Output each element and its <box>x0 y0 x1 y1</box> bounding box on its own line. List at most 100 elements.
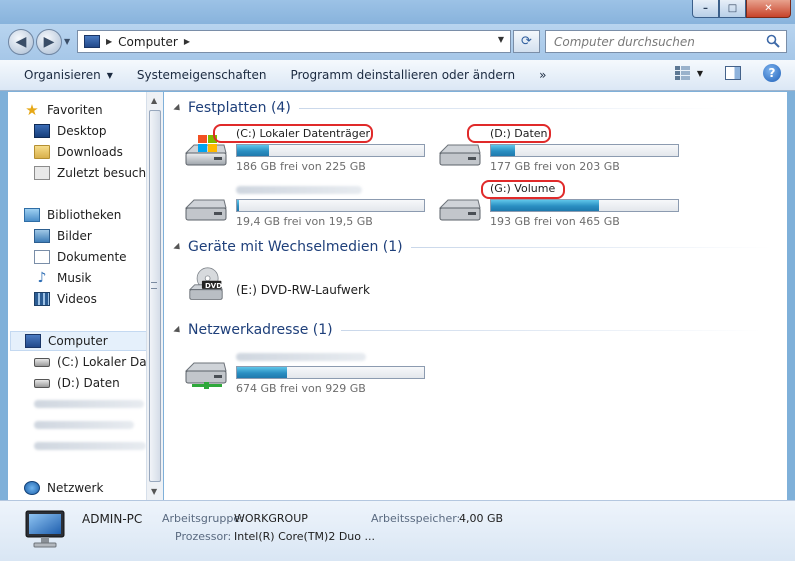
group-header-network[interactable]: Netzwerkadresse (1) <box>173 322 774 338</box>
sidebar-item-recent[interactable]: Zuletzt besucht <box>34 163 151 183</box>
forward-button[interactable]: ▶ <box>36 29 62 55</box>
windows-drive-icon <box>34 357 50 367</box>
organize-menu[interactable]: Organisieren ▼ <box>0 60 125 90</box>
drive-free-space: 186 GB frei von 225 GB <box>236 160 366 173</box>
system-properties-button[interactable]: Systemeigenschaften <box>125 60 279 90</box>
breadcrumb-chevron-icon[interactable]: ▶ <box>184 37 190 46</box>
view-dropdown-icon[interactable]: ▼ <box>697 69 703 78</box>
drive-item[interactable]: 19,4 GB frei von 19,5 GB <box>184 182 434 230</box>
highlight-annotation <box>467 124 551 143</box>
workgroup-label: Arbeitsgruppe: <box>162 512 244 525</box>
drive-usage-bar <box>236 199 425 212</box>
details-pane: ADMIN-PC Arbeitsgruppe: WORKGROUP Arbeit… <box>0 500 795 561</box>
group-title: Festplatten (4) <box>188 100 291 116</box>
processor-value: Intel(R) Core(TM)2 Duo ... <box>234 530 375 543</box>
drive-icon <box>438 199 481 221</box>
music-note-icon: ♪ <box>37 270 47 286</box>
sidebar-label: (D:) Daten <box>57 376 120 390</box>
blurred-label <box>34 442 146 450</box>
sidebar-item-drive-c[interactable]: (C:) Lokaler Datenträger <box>34 352 160 372</box>
sidebar-item-desktop[interactable]: Desktop <box>34 121 107 141</box>
sidebar-item-music[interactable]: ♪ Musik <box>34 268 92 288</box>
computer-icon <box>25 510 65 548</box>
desktop-icon <box>34 124 50 138</box>
change-view-icon[interactable] <box>674 66 691 80</box>
workgroup-value: WORKGROUP <box>234 512 308 525</box>
pictures-icon <box>34 229 50 243</box>
sidebar-item-favorites[interactable]: ★ Favoriten <box>24 100 102 120</box>
more-commands-button[interactable]: » <box>527 60 558 90</box>
collapse-arrow-icon[interactable] <box>173 325 183 335</box>
sidebar-item-computer[interactable]: Computer <box>10 331 152 351</box>
preview-pane-icon[interactable] <box>725 66 741 80</box>
sidebar-item-videos[interactable]: Videos <box>34 289 97 309</box>
scrollbar-thumb[interactable] <box>149 110 161 482</box>
minimize-button[interactable]: – <box>692 0 719 18</box>
address-bar[interactable]: ▶ Computer ▶ ▼ <box>77 30 511 53</box>
sidebar-item-blurred[interactable] <box>34 415 134 435</box>
search-input[interactable] <box>554 34 754 49</box>
drive-free-space: 19,4 GB frei von 19,5 GB <box>236 215 373 228</box>
help-icon[interactable]: ? <box>763 64 781 82</box>
documents-icon <box>34 250 50 264</box>
processor-label: Prozessor: <box>175 530 232 543</box>
sidebar-item-documents[interactable]: Dokumente <box>34 247 127 267</box>
usage-fill <box>237 200 239 211</box>
sidebar-label: Zuletzt besucht <box>57 166 151 180</box>
blurred-label <box>34 421 134 429</box>
close-button[interactable]: ✕ <box>746 0 791 18</box>
memory-value: 4,00 GB <box>459 512 504 525</box>
network-drive-item[interactable]: 674 GB frei von 929 GB <box>184 349 434 397</box>
star-icon: ★ <box>25 101 39 119</box>
recent-places-icon <box>34 166 50 180</box>
back-button[interactable]: ◀ <box>8 29 34 55</box>
more-commands-label: » <box>539 68 547 82</box>
group-header-removable[interactable]: Geräte mit Wechselmedien (1) <box>173 239 774 255</box>
scroll-down-icon[interactable]: ▼ <box>151 487 157 496</box>
search-icon[interactable] <box>766 34 780 48</box>
sidebar-label: Netzwerk <box>47 481 104 495</box>
drive-name-blurred <box>236 351 366 364</box>
uninstall-program-button[interactable]: Programm deinstallieren oder ändern <box>278 60 527 90</box>
collapse-arrow-icon[interactable] <box>173 242 183 252</box>
sidebar-label: Bibliotheken <box>47 208 122 222</box>
videos-icon <box>34 292 50 306</box>
scrollbar-grip <box>151 282 157 289</box>
chevron-down-icon: ▼ <box>106 70 113 80</box>
group-divider <box>410 246 771 248</box>
network-drive-icon <box>184 362 227 389</box>
navigation-pane: ★ Favoriten Desktop Downloads Zuletzt bes… <box>8 92 161 500</box>
system-properties-label: Systemeigenschaften <box>136 68 267 82</box>
sidebar-label: Computer <box>48 334 108 348</box>
group-title: Netzwerkadresse (1) <box>188 322 333 338</box>
drive-name: (E:) DVD-RW-Laufwerk <box>236 283 370 297</box>
refresh-button[interactable]: ⟳ <box>513 30 540 53</box>
sidebar-item-drive-d[interactable]: (D:) Daten <box>34 373 120 393</box>
address-dropdown-icon[interactable]: ▼ <box>498 35 504 44</box>
command-bar: Organisieren ▼ Systemeigenschaften Progra… <box>0 60 795 91</box>
collapse-arrow-icon[interactable] <box>173 103 183 113</box>
computer-name: ADMIN-PC <box>82 512 143 526</box>
forward-arrow-icon: ▶ <box>43 34 55 50</box>
scroll-up-icon[interactable]: ▲ <box>151 96 157 105</box>
breadcrumb-separator-icon[interactable]: ▶ <box>106 37 112 46</box>
sidebar-item-downloads[interactable]: Downloads <box>34 142 123 162</box>
highlight-annotation <box>481 180 565 199</box>
downloads-folder-icon <box>34 145 50 159</box>
sidebar-item-blurred[interactable] <box>34 436 146 456</box>
sidebar-item-blurred[interactable] <box>34 394 144 414</box>
usage-fill <box>237 367 288 378</box>
sidebar-item-libraries[interactable]: Bibliotheken <box>24 205 121 225</box>
breadcrumb-computer[interactable]: Computer <box>118 35 178 49</box>
sidebar-scrollbar[interactable]: ▲ ▼ <box>146 92 163 500</box>
sidebar-item-network[interactable]: Netzwerk <box>24 478 103 498</box>
group-header-hard-disks[interactable]: Festplatten (4) <box>173 100 774 116</box>
highlight-annotation <box>213 124 373 143</box>
maximize-button[interactable]: □ <box>719 0 746 18</box>
organize-label: Organisieren <box>24 68 101 82</box>
sidebar-item-pictures[interactable]: Bilder <box>34 226 92 246</box>
history-dropdown-icon[interactable]: ▼ <box>64 37 70 46</box>
sidebar-label: Videos <box>57 292 97 306</box>
dvd-drive-item[interactable]: DVD (E:) DVD-RW-Laufwerk <box>184 267 434 315</box>
search-box[interactable] <box>545 30 787 53</box>
